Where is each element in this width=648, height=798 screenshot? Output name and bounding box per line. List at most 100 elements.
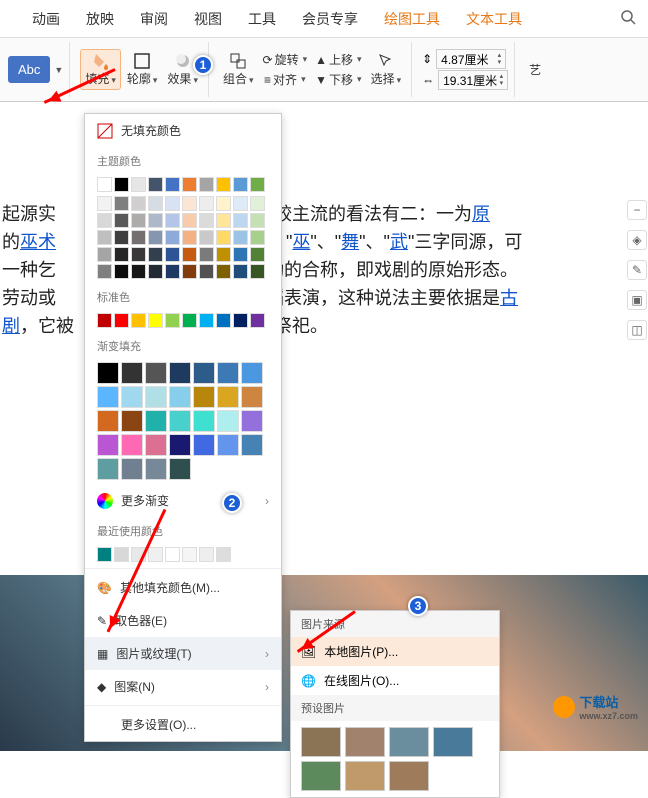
align-button[interactable]: ≡ 对齐▾ (260, 70, 311, 89)
color-swatch[interactable] (199, 313, 214, 328)
color-swatch[interactable] (182, 196, 197, 211)
color-swatch[interactable] (165, 313, 180, 328)
color-swatch[interactable] (131, 247, 146, 262)
online-picture-option[interactable]: 🌐在线图片(O)... (291, 666, 499, 695)
color-swatch[interactable] (97, 410, 119, 432)
tab-animation[interactable]: 动画 (28, 9, 64, 29)
color-swatch[interactable] (233, 177, 248, 192)
color-swatch[interactable] (216, 264, 231, 279)
color-swatch[interactable] (121, 362, 143, 384)
link-ju[interactable]: 剧 (2, 316, 20, 336)
color-swatch[interactable] (241, 434, 263, 456)
color-swatch[interactable] (216, 230, 231, 245)
color-swatch[interactable] (216, 247, 231, 262)
more-fill-colors-option[interactable]: 🎨其他填充颜色(M)... (85, 571, 281, 604)
color-swatch[interactable] (169, 362, 191, 384)
tab-tools[interactable]: 工具 (244, 9, 280, 29)
color-swatch[interactable] (145, 434, 167, 456)
color-swatch[interactable] (250, 177, 265, 192)
color-swatch[interactable] (131, 264, 146, 279)
color-swatch[interactable] (250, 196, 265, 211)
color-swatch[interactable] (148, 230, 163, 245)
color-swatch[interactable] (250, 264, 265, 279)
color-swatch[interactable] (169, 434, 191, 456)
color-swatch[interactable] (97, 247, 112, 262)
color-swatch[interactable] (193, 434, 215, 456)
side-pencil-icon[interactable]: ✎ (627, 260, 647, 280)
side-minus-icon[interactable]: − (627, 200, 647, 220)
tab-slideshow[interactable]: 放映 (82, 9, 118, 29)
color-swatch[interactable] (193, 410, 215, 432)
color-swatch[interactable] (233, 213, 248, 228)
color-swatch[interactable] (165, 196, 180, 211)
color-swatch[interactable] (217, 410, 239, 432)
color-swatch[interactable] (148, 177, 163, 192)
color-swatch[interactable] (193, 362, 215, 384)
color-swatch[interactable] (182, 264, 197, 279)
tab-review[interactable]: 审阅 (136, 9, 172, 29)
art-button[interactable]: 艺 (525, 59, 545, 80)
color-swatch[interactable] (241, 386, 263, 408)
color-swatch[interactable] (241, 410, 263, 432)
rotate-button[interactable]: ⟳ 旋转▾ (260, 50, 311, 69)
color-swatch[interactable] (233, 247, 248, 262)
color-swatch[interactable] (182, 247, 197, 262)
color-swatch[interactable] (217, 362, 239, 384)
width-input[interactable]: 19.31厘米▴▾ (438, 70, 508, 90)
side-layers-icon[interactable]: ◈ (627, 230, 647, 250)
color-swatch[interactable] (182, 313, 197, 328)
texture-swatch[interactable] (433, 727, 473, 757)
color-swatch[interactable] (216, 313, 231, 328)
select-button[interactable]: 选择▾ (367, 50, 406, 89)
color-swatch[interactable] (148, 547, 163, 562)
outline-button[interactable]: 轮廓▾ (123, 50, 162, 89)
link-yuan[interactable]: 原 (472, 204, 490, 224)
texture-swatch[interactable] (345, 727, 385, 757)
color-swatch[interactable] (97, 386, 119, 408)
color-swatch[interactable] (97, 213, 112, 228)
color-swatch[interactable] (169, 458, 191, 480)
color-swatch[interactable] (114, 313, 129, 328)
color-swatch[interactable] (199, 177, 214, 192)
color-swatch[interactable] (97, 313, 112, 328)
color-swatch[interactable] (165, 547, 180, 562)
color-swatch[interactable] (121, 458, 143, 480)
color-swatch[interactable] (97, 547, 112, 562)
color-swatch[interactable] (199, 264, 214, 279)
color-swatch[interactable] (148, 196, 163, 211)
tab-view[interactable]: 视图 (190, 9, 226, 29)
color-swatch[interactable] (121, 434, 143, 456)
texture-swatch[interactable] (345, 761, 385, 791)
link-wu2[interactable]: 舞 (341, 232, 359, 252)
color-swatch[interactable] (233, 230, 248, 245)
dropdown-caret-icon[interactable]: ▼ (54, 65, 63, 75)
move-up-button[interactable]: ▲ 上移▾ (312, 50, 364, 69)
search-icon[interactable] (620, 9, 636, 28)
color-swatch[interactable] (114, 547, 129, 562)
link-wu1[interactable]: 巫 (292, 232, 310, 252)
color-swatch[interactable] (148, 247, 163, 262)
color-swatch[interactable] (145, 410, 167, 432)
color-swatch[interactable] (199, 547, 214, 562)
color-swatch[interactable] (250, 230, 265, 245)
color-swatch[interactable] (148, 213, 163, 228)
picture-texture-option[interactable]: ▦图片或纹理(T)› (85, 637, 281, 670)
color-swatch[interactable] (216, 547, 231, 562)
color-swatch[interactable] (148, 313, 163, 328)
color-swatch[interactable] (121, 386, 143, 408)
color-swatch[interactable] (145, 458, 167, 480)
tab-member[interactable]: 会员专享 (298, 9, 362, 29)
color-swatch[interactable] (169, 386, 191, 408)
color-swatch[interactable] (114, 213, 129, 228)
color-swatch[interactable] (241, 362, 263, 384)
color-swatch[interactable] (199, 230, 214, 245)
color-swatch[interactable] (97, 458, 119, 480)
color-swatch[interactable] (97, 196, 112, 211)
color-swatch[interactable] (199, 213, 214, 228)
color-swatch[interactable] (216, 196, 231, 211)
color-swatch[interactable] (131, 230, 146, 245)
more-gradients-option[interactable]: 更多渐变› (85, 484, 281, 517)
link-gu[interactable]: 古 (500, 288, 518, 308)
color-swatch[interactable] (97, 177, 112, 192)
move-down-button[interactable]: ▼ 下移▾ (312, 70, 364, 89)
